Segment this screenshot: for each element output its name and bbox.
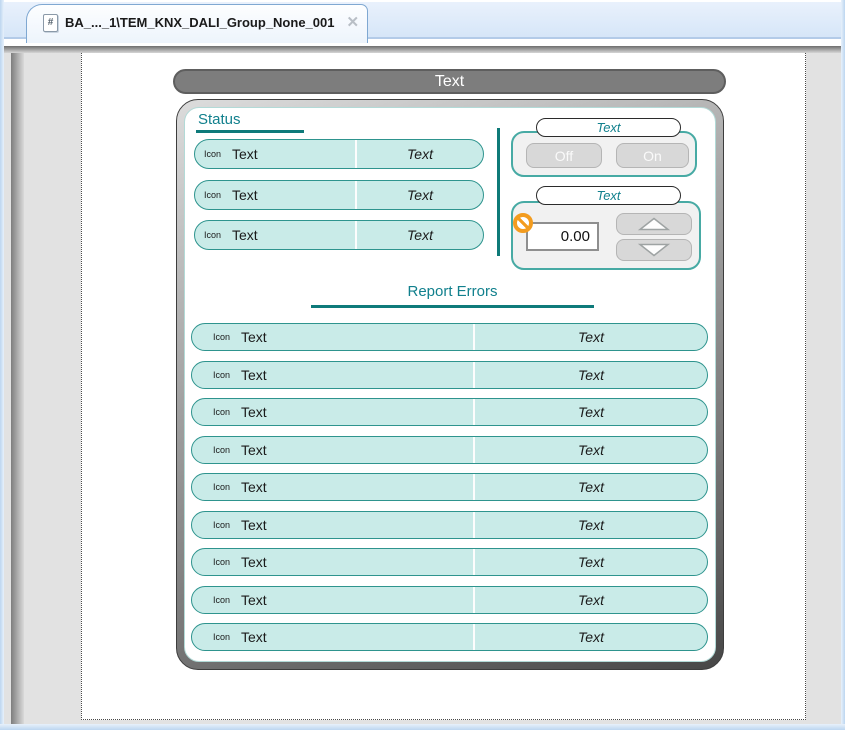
- decrement-button[interactable]: [616, 239, 692, 261]
- tab-title: BA_..._1\TEM_KNX_DALI_Group_None_001: [65, 15, 334, 30]
- status-row-text: Text: [232, 146, 258, 162]
- widget-title: Text: [435, 73, 464, 91]
- status-row-text: Text: [232, 187, 258, 203]
- report-row-text: Text: [241, 592, 267, 608]
- status-underline: [196, 130, 304, 133]
- status-row-left: Icon Text: [195, 140, 357, 168]
- icon-placeholder-label: Icon: [204, 149, 221, 159]
- report-row-value: Text: [475, 512, 707, 538]
- increment-button[interactable]: [616, 213, 692, 235]
- report-row-text: Text: [241, 442, 267, 458]
- window-frame-bottom: [0, 724, 845, 730]
- report-errors-heading: Report Errors: [311, 283, 594, 300]
- value-input[interactable]: [526, 222, 599, 251]
- report-row-value: Text: [475, 324, 707, 350]
- canvas-top-edge: [4, 46, 841, 53]
- status-heading: Status: [198, 111, 241, 128]
- report-row-left: Icon Text: [192, 362, 475, 388]
- report-row-left: Icon Text: [192, 549, 475, 575]
- report-row-left: Icon Text: [192, 324, 475, 350]
- canvas-left-edge: [11, 53, 24, 724]
- report-row-value: Text: [475, 437, 707, 463]
- icon-placeholder-label: Icon: [213, 520, 230, 530]
- design-canvas: Text Status Icon Text Text Icon Text: [4, 53, 841, 724]
- report-row-value: Text: [475, 474, 707, 500]
- report-row-text: Text: [241, 404, 267, 420]
- app-window: # BA_..._1\TEM_KNX_DALI_Group_None_001 ✕…: [0, 0, 845, 730]
- status-row[interactable]: Icon Text Text: [194, 139, 484, 169]
- status-row[interactable]: Icon Text Text: [194, 180, 484, 210]
- widget-title-bar: Text: [173, 69, 726, 94]
- arrow-up-icon: [637, 217, 671, 231]
- report-row[interactable]: Icon Text Text: [191, 511, 708, 539]
- report-row[interactable]: Icon Text Text: [191, 548, 708, 576]
- switch-group-label: Text: [536, 118, 681, 137]
- status-row-left: Icon Text: [195, 181, 357, 209]
- report-row-left: Icon Text: [192, 437, 475, 463]
- icon-placeholder-label: Icon: [204, 190, 221, 200]
- document-tab[interactable]: # BA_..._1\TEM_KNX_DALI_Group_None_001 ✕: [26, 4, 368, 43]
- arrow-down-icon: [637, 243, 671, 257]
- report-row[interactable]: Icon Text Text: [191, 398, 708, 426]
- report-row-left: Icon Text: [192, 474, 475, 500]
- icon-placeholder-label: Icon: [213, 595, 230, 605]
- spinner-group-label: Text: [536, 186, 681, 205]
- report-row-text: Text: [241, 517, 267, 533]
- report-row[interactable]: Icon Text Text: [191, 436, 708, 464]
- icon-placeholder-label: Icon: [213, 332, 230, 342]
- status-row[interactable]: Icon Text Text: [194, 220, 484, 250]
- report-row-text: Text: [241, 629, 267, 645]
- report-row[interactable]: Icon Text Text: [191, 323, 708, 351]
- report-row-left: Icon Text: [192, 624, 475, 650]
- section-divider: [497, 128, 500, 256]
- icon-placeholder-label: Icon: [213, 632, 230, 642]
- report-row-text: Text: [241, 479, 267, 495]
- status-row-value: Text: [357, 221, 483, 249]
- close-icon[interactable]: ✕: [346, 15, 359, 30]
- icon-placeholder-label: Icon: [213, 445, 230, 455]
- status-row-value: Text: [357, 181, 483, 209]
- report-row-text: Text: [241, 554, 267, 570]
- report-row-value: Text: [475, 587, 707, 613]
- status-row-value: Text: [357, 140, 483, 168]
- report-row-left: Icon Text: [192, 587, 475, 613]
- report-row-left: Icon Text: [192, 512, 475, 538]
- icon-placeholder-label: Icon: [213, 407, 230, 417]
- status-row-text: Text: [232, 227, 258, 243]
- forbidden-icon: [513, 213, 533, 233]
- report-row-value: Text: [475, 399, 707, 425]
- report-row-text: Text: [241, 367, 267, 383]
- report-row-value: Text: [475, 624, 707, 650]
- report-row-text: Text: [241, 329, 267, 345]
- document-icon: #: [43, 14, 58, 32]
- report-row[interactable]: Icon Text Text: [191, 586, 708, 614]
- window-frame-left: [0, 0, 4, 730]
- icon-placeholder-label: Icon: [213, 370, 230, 380]
- window-frame-right: [841, 0, 845, 730]
- off-button[interactable]: Off: [526, 143, 602, 168]
- icon-placeholder-label: Icon: [213, 482, 230, 492]
- report-row-value: Text: [475, 549, 707, 575]
- on-button[interactable]: On: [616, 143, 689, 168]
- icon-placeholder-label: Icon: [204, 230, 221, 240]
- report-errors-underline: [311, 305, 594, 308]
- report-row-left: Icon Text: [192, 399, 475, 425]
- report-row[interactable]: Icon Text Text: [191, 623, 708, 651]
- design-page: Text Status Icon Text Text Icon Text: [81, 53, 806, 720]
- report-row[interactable]: Icon Text Text: [191, 361, 708, 389]
- status-row-left: Icon Text: [195, 221, 357, 249]
- report-row-value: Text: [475, 362, 707, 388]
- icon-placeholder-label: Icon: [213, 557, 230, 567]
- report-row[interactable]: Icon Text Text: [191, 473, 708, 501]
